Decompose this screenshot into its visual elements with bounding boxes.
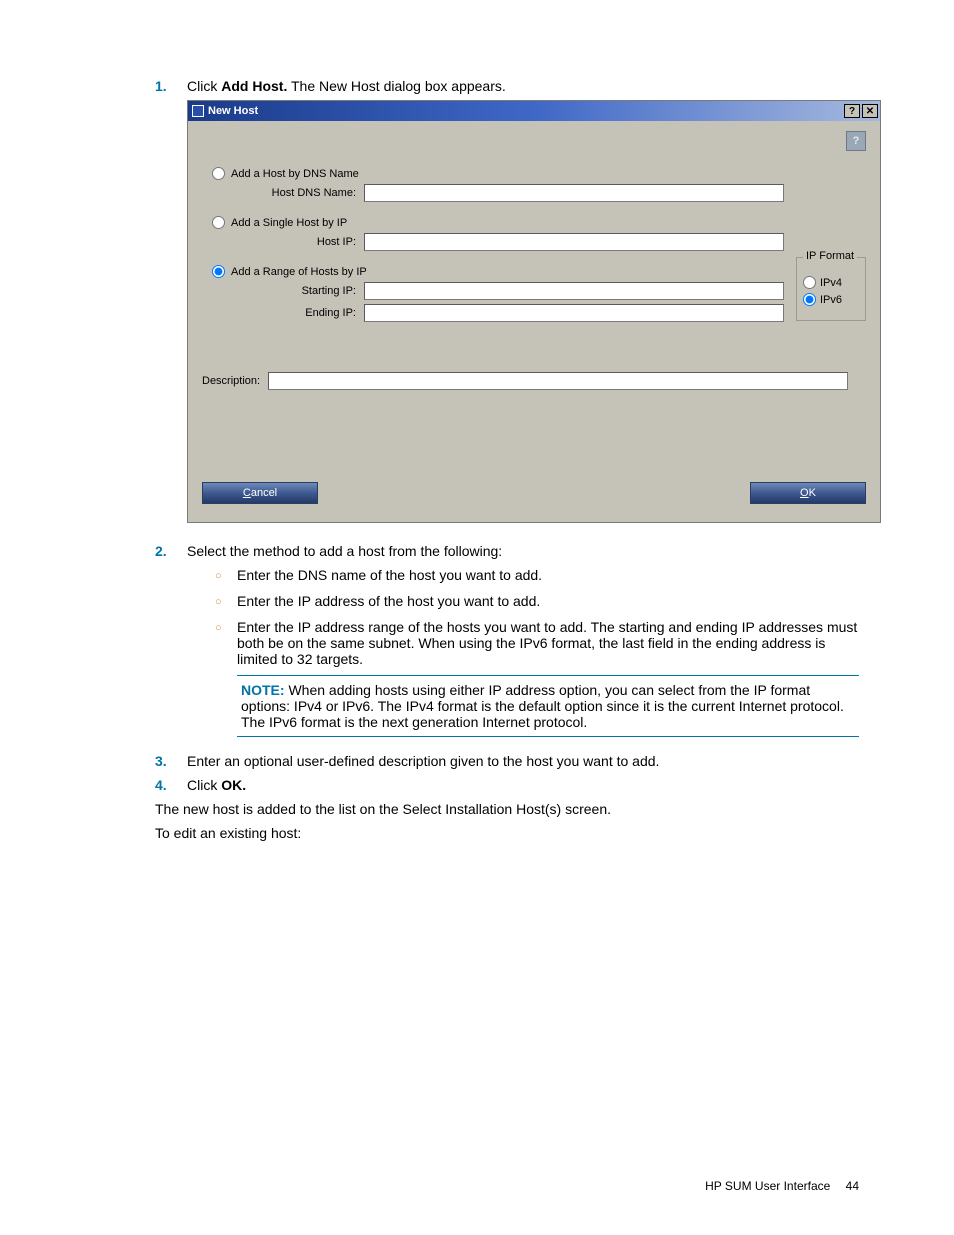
radio-add-single-ip[interactable] — [212, 216, 225, 229]
context-help-button[interactable]: ? — [846, 131, 866, 151]
radio-add-range-ip[interactable] — [212, 265, 225, 278]
step2-text: Select the method to add a host from the… — [187, 543, 502, 559]
dialog-title: New Host — [208, 105, 842, 117]
step1-suffix: The New Host dialog box appears. — [287, 78, 505, 94]
ip-format-group: IP Format IPv4 IPv6 — [796, 257, 866, 321]
input-description[interactable] — [268, 372, 848, 390]
footer-text: HP SUM User Interface — [705, 1179, 830, 1193]
note-text: When adding hosts using either IP addres… — [241, 682, 844, 730]
label-description: Description: — [202, 375, 268, 387]
ip-format-legend: IP Format — [803, 250, 857, 262]
sub-bullet-icon: ○ — [215, 619, 237, 667]
step4-bold: OK. — [221, 777, 246, 793]
radio-add-single-ip-label: Add a Single Host by IP — [231, 217, 347, 229]
sub-bullet-icon: ○ — [215, 593, 237, 611]
radio-ipv6[interactable] — [803, 293, 816, 306]
radio-add-range-ip-label: Add a Range of Hosts by IP — [231, 266, 367, 278]
label-starting-ip: Starting IP: — [202, 285, 364, 297]
help-button[interactable]: ? — [844, 104, 860, 118]
label-host-ip: Host IP: — [202, 236, 364, 248]
step1-prefix: Click — [187, 78, 221, 94]
radio-add-by-dns-label: Add a Host by DNS Name — [231, 168, 359, 180]
close-button[interactable]: ✕ — [862, 104, 878, 118]
step-number: 3. — [155, 753, 187, 769]
sub-bullet-icon: ○ — [215, 567, 237, 585]
input-host-ip[interactable] — [364, 233, 784, 251]
step-number: 1. — [155, 78, 187, 535]
paragraph-result: The new host is added to the list on the… — [155, 801, 859, 817]
cancel-button[interactable]: Cancel — [202, 482, 318, 504]
step-number: 4. — [155, 777, 187, 793]
step4-prefix: Click — [187, 777, 221, 793]
radio-add-by-dns[interactable] — [212, 167, 225, 180]
page-footer: HP SUM User Interface 44 — [705, 1179, 859, 1193]
label-host-dns-name: Host DNS Name: — [202, 187, 364, 199]
note-box: NOTE: When adding hosts using either IP … — [237, 675, 859, 737]
radio-ipv4[interactable] — [803, 276, 816, 289]
input-host-dns-name[interactable] — [364, 184, 784, 202]
step2a-text: Enter the DNS name of the host you want … — [237, 567, 542, 585]
note-label: NOTE: — [241, 682, 285, 698]
new-host-dialog: New Host ? ✕ ? Add a Host by — [187, 100, 881, 523]
dialog-titlebar: New Host ? ✕ — [188, 101, 880, 121]
step2c-text: Enter the IP address range of the hosts … — [237, 619, 859, 667]
app-icon — [192, 105, 204, 117]
footer-page-number: 44 — [846, 1179, 859, 1193]
radio-ipv6-label: IPv6 — [820, 294, 842, 306]
step3-text: Enter an optional user-defined descripti… — [187, 753, 659, 769]
input-starting-ip[interactable] — [364, 282, 784, 300]
step2b-text: Enter the IP address of the host you wan… — [237, 593, 540, 611]
ok-button[interactable]: OK — [750, 482, 866, 504]
step1-bold: Add Host. — [221, 78, 287, 94]
radio-ipv4-label: IPv4 — [820, 277, 842, 289]
step-number: 2. — [155, 543, 187, 745]
paragraph-edit-intro: To edit an existing host: — [155, 825, 859, 841]
label-ending-ip: Ending IP: — [202, 307, 364, 319]
input-ending-ip[interactable] — [364, 304, 784, 322]
